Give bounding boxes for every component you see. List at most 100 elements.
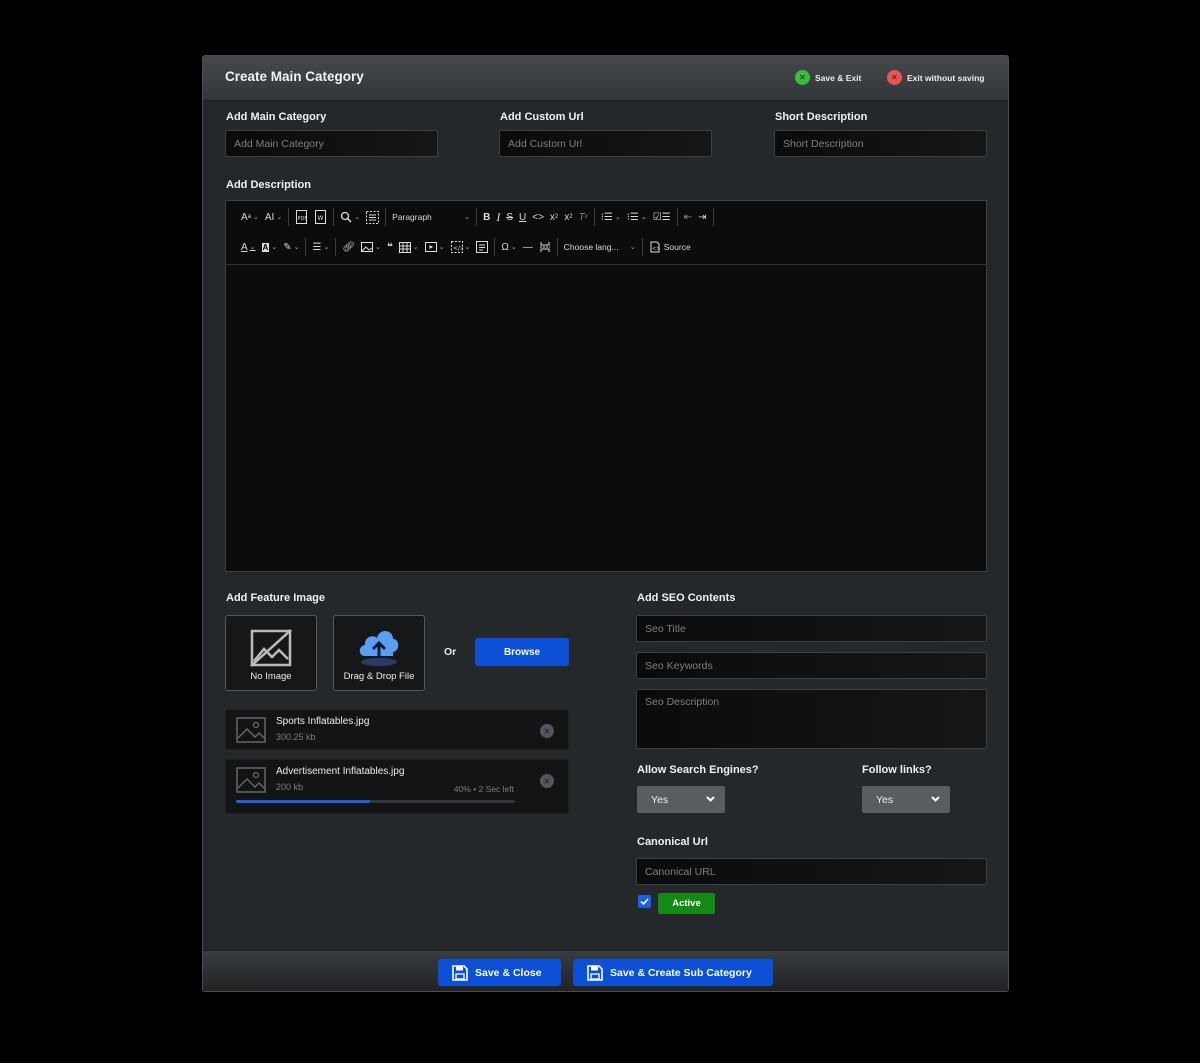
modal-title: Create Main Category bbox=[225, 69, 364, 84]
page-break-icon[interactable] bbox=[536, 237, 554, 257]
cloud-upload-icon bbox=[359, 630, 399, 666]
indent-icon[interactable]: ⇥ bbox=[695, 207, 709, 227]
insert-image-icon[interactable]: ⌄ bbox=[358, 237, 384, 257]
underline-icon[interactable]: U bbox=[516, 207, 529, 227]
browse-button[interactable]: Browse bbox=[475, 638, 569, 666]
editor-toolbar-row-1: Aa ⌄ AI ⌄ PDF W ⌄ Paragraph ⌄ B I S U <> x2… bbox=[226, 202, 717, 232]
seo-label: Add SEO Contents bbox=[637, 592, 736, 604]
rich-text-editor: Aa ⌄ AI ⌄ PDF W ⌄ Paragraph ⌄ B I S U <> x2… bbox=[225, 200, 987, 572]
close-icon: ✕ bbox=[887, 70, 902, 85]
create-category-modal: Create Main Category ✕ Save & Exit ✕ Exi… bbox=[202, 55, 1009, 992]
follow-links-value: Yes bbox=[876, 793, 894, 806]
chevron-down-icon bbox=[931, 796, 940, 802]
seo-title-input[interactable] bbox=[636, 615, 987, 642]
upload-progress-fill bbox=[236, 800, 370, 803]
media-embed-icon[interactable]: ⌄ bbox=[422, 237, 448, 257]
select-all-icon[interactable] bbox=[363, 207, 382, 227]
main-category-input[interactable] bbox=[225, 130, 438, 157]
or-label: Or bbox=[444, 646, 457, 658]
code-block-icon[interactable] bbox=[473, 237, 491, 257]
bold-icon[interactable]: B bbox=[480, 207, 493, 227]
no-image-caption: No Image bbox=[250, 671, 292, 682]
svg-text:W: W bbox=[318, 215, 324, 222]
heading-dropdown[interactable]: Paragraph ⌄ bbox=[389, 207, 473, 227]
svg-text:</>: </> bbox=[453, 245, 463, 252]
editor-content-area[interactable] bbox=[226, 265, 986, 571]
save-exit-button[interactable]: ✕ Save & Exit bbox=[795, 70, 861, 85]
canonical-url-input[interactable] bbox=[636, 858, 987, 885]
font-color-icon[interactable]: A ⌄ bbox=[238, 237, 259, 257]
export-pdf-icon[interactable]: PDF bbox=[292, 207, 311, 227]
active-button[interactable]: Active bbox=[658, 893, 715, 914]
export-word-icon[interactable]: W bbox=[311, 207, 330, 227]
source-button[interactable]: <> Source bbox=[646, 237, 694, 257]
save-create-sub-category-button[interactable]: Save & Create Sub Category bbox=[573, 959, 773, 986]
numbered-list-icon[interactable]: ⁝☰ ⌄ bbox=[624, 207, 650, 227]
modal-footer: Save & Close Save & Create Sub Category bbox=[203, 950, 1008, 991]
code-language-label: Choose lang... bbox=[563, 242, 619, 252]
code-icon[interactable]: <> bbox=[529, 207, 547, 227]
file-size: 300.25 kb bbox=[276, 732, 316, 742]
svg-text:PDF: PDF bbox=[298, 216, 308, 222]
allow-search-engines-label: Allow Search Engines? bbox=[637, 764, 759, 776]
chevron-down-icon: ⌄ bbox=[464, 214, 471, 221]
remove-file-icon[interactable]: ✕ bbox=[540, 724, 554, 738]
exit-without-saving-label: Exit without saving bbox=[907, 72, 985, 83]
seo-keywords-input[interactable] bbox=[636, 652, 987, 679]
seo-description-input[interactable] bbox=[636, 689, 987, 749]
feature-image-label: Add Feature Image bbox=[226, 592, 326, 604]
font-size-icon[interactable]: Aa ⌄ bbox=[238, 207, 262, 227]
find-replace-icon[interactable]: ⌄ bbox=[337, 207, 363, 227]
uploaded-file-item: Sports Inflatables.jpg 300.25 kb ✕ bbox=[225, 709, 569, 750]
superscript-icon[interactable]: x2 bbox=[561, 207, 575, 227]
custom-url-label: Add Custom Url bbox=[500, 111, 584, 123]
floppy-disk-icon bbox=[452, 964, 468, 981]
html-embed-icon[interactable]: </>⌄ bbox=[448, 237, 474, 257]
special-characters-icon[interactable]: Ω ⌄ bbox=[498, 237, 519, 257]
ai-assistant-icon[interactable]: AI ⌄ bbox=[262, 207, 285, 227]
upload-progress-bar bbox=[236, 800, 515, 803]
save-close-label: Save & Close bbox=[475, 966, 542, 979]
background-color-icon[interactable]: A ⌄ bbox=[259, 237, 281, 257]
save-close-button[interactable]: Save & Close bbox=[438, 959, 561, 986]
outdent-icon[interactable]: ⇤ bbox=[681, 207, 695, 227]
exit-without-saving-button[interactable]: ✕ Exit without saving bbox=[887, 70, 984, 85]
align-icon[interactable]: ☰ ⌄ bbox=[309, 237, 332, 257]
link-icon[interactable]: 🔗︎ bbox=[339, 237, 358, 257]
uploading-file-item: Advertisement Inflatables.jpg 200 kb 40%… bbox=[225, 759, 569, 814]
image-file-icon bbox=[236, 767, 266, 793]
svg-text:<>: <> bbox=[652, 246, 660, 252]
table-icon[interactable]: ⌄ bbox=[396, 237, 422, 257]
cancel-upload-icon[interactable]: ✕ bbox=[540, 774, 554, 788]
todo-list-icon[interactable]: ☑☰ bbox=[650, 207, 674, 227]
code-language-dropdown[interactable]: Choose lang... ⌄ bbox=[561, 237, 639, 257]
file-size: 200 kb bbox=[276, 782, 304, 792]
italic-icon[interactable]: I bbox=[493, 207, 503, 227]
save-exit-label: Save & Exit bbox=[815, 72, 862, 83]
image-file-icon bbox=[236, 717, 266, 743]
file-name: Advertisement Inflatables.jpg bbox=[276, 766, 405, 777]
save-create-sub-category-label: Save & Create Sub Category bbox=[610, 966, 752, 979]
blockquote-icon[interactable]: ❝ bbox=[384, 237, 396, 257]
subscript-icon[interactable]: x2 bbox=[547, 207, 561, 227]
short-description-input[interactable] bbox=[774, 130, 987, 157]
no-image-icon bbox=[250, 629, 292, 667]
main-category-label: Add Main Category bbox=[226, 111, 327, 123]
floppy-disk-icon bbox=[587, 964, 603, 981]
follow-links-label: Follow links? bbox=[862, 764, 932, 776]
heading-dropdown-label: Paragraph bbox=[392, 212, 432, 222]
horizontal-line-icon[interactable]: — bbox=[520, 237, 536, 257]
allow-search-engines-select[interactable]: Yes bbox=[637, 786, 725, 813]
highlight-icon[interactable]: ✎ ⌄ bbox=[280, 237, 302, 257]
allow-search-engines-value: Yes bbox=[651, 793, 669, 806]
custom-url-input[interactable] bbox=[499, 130, 712, 157]
modal-header: Create Main Category ✕ Save & Exit ✕ Exi… bbox=[203, 56, 1008, 101]
remove-format-icon[interactable]: Tx bbox=[576, 207, 591, 227]
bulleted-list-icon[interactable]: ⁝☰ ⌄ bbox=[598, 207, 624, 227]
file-name: Sports Inflatables.jpg bbox=[276, 716, 370, 727]
follow-links-select[interactable]: Yes bbox=[862, 786, 950, 813]
checkmark-icon bbox=[640, 898, 649, 906]
strikethrough-icon[interactable]: S bbox=[503, 207, 516, 227]
drag-drop-zone[interactable]: Drag & Drop File bbox=[333, 615, 425, 691]
active-checkbox[interactable] bbox=[638, 895, 651, 908]
